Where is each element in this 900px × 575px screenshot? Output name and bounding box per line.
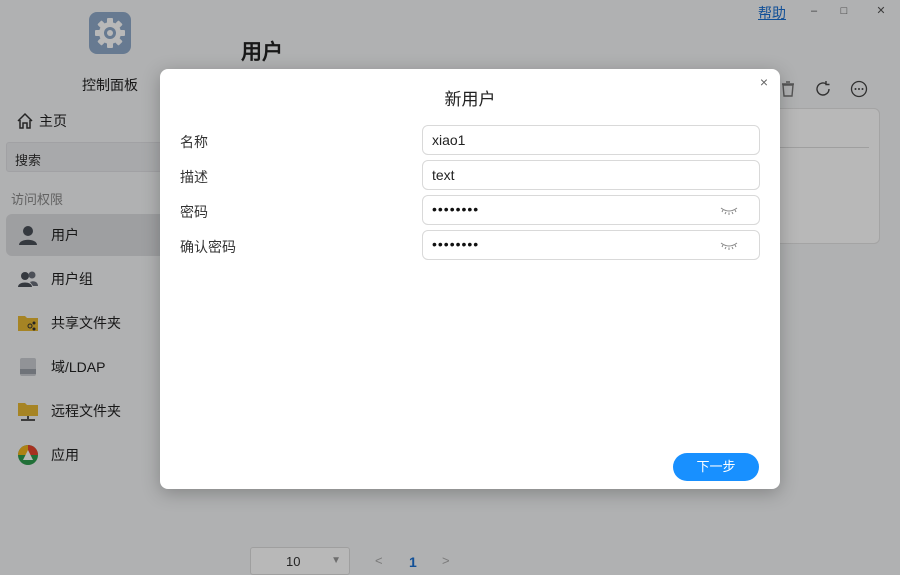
description-label: 描述 — [180, 169, 208, 185]
new-user-dialog: 新用户 × 名称 描述 密码 •••••••• 确认密码 •••••••• 下一… — [160, 69, 780, 489]
eye-closed-icon[interactable] — [720, 239, 738, 251]
name-label: 名称 — [180, 134, 208, 150]
next-button[interactable]: 下一步 — [673, 453, 759, 481]
confirm-password-label: 确认密码 — [180, 239, 236, 255]
confirm-password-value: •••••••• — [432, 236, 480, 252]
dialog-title: 新用户 — [444, 90, 496, 109]
description-field[interactable] — [422, 160, 760, 190]
password-row: 密码 •••••••• — [180, 195, 760, 225]
password-value: •••••••• — [432, 201, 480, 217]
password-label: 密码 — [180, 204, 208, 220]
close-icon[interactable]: × — [760, 74, 768, 90]
confirm-password-row: 确认密码 •••••••• — [180, 230, 760, 260]
eye-closed-icon[interactable] — [720, 204, 738, 216]
name-row: 名称 — [180, 125, 760, 155]
description-row: 描述 — [180, 160, 760, 190]
name-field[interactable] — [422, 125, 760, 155]
